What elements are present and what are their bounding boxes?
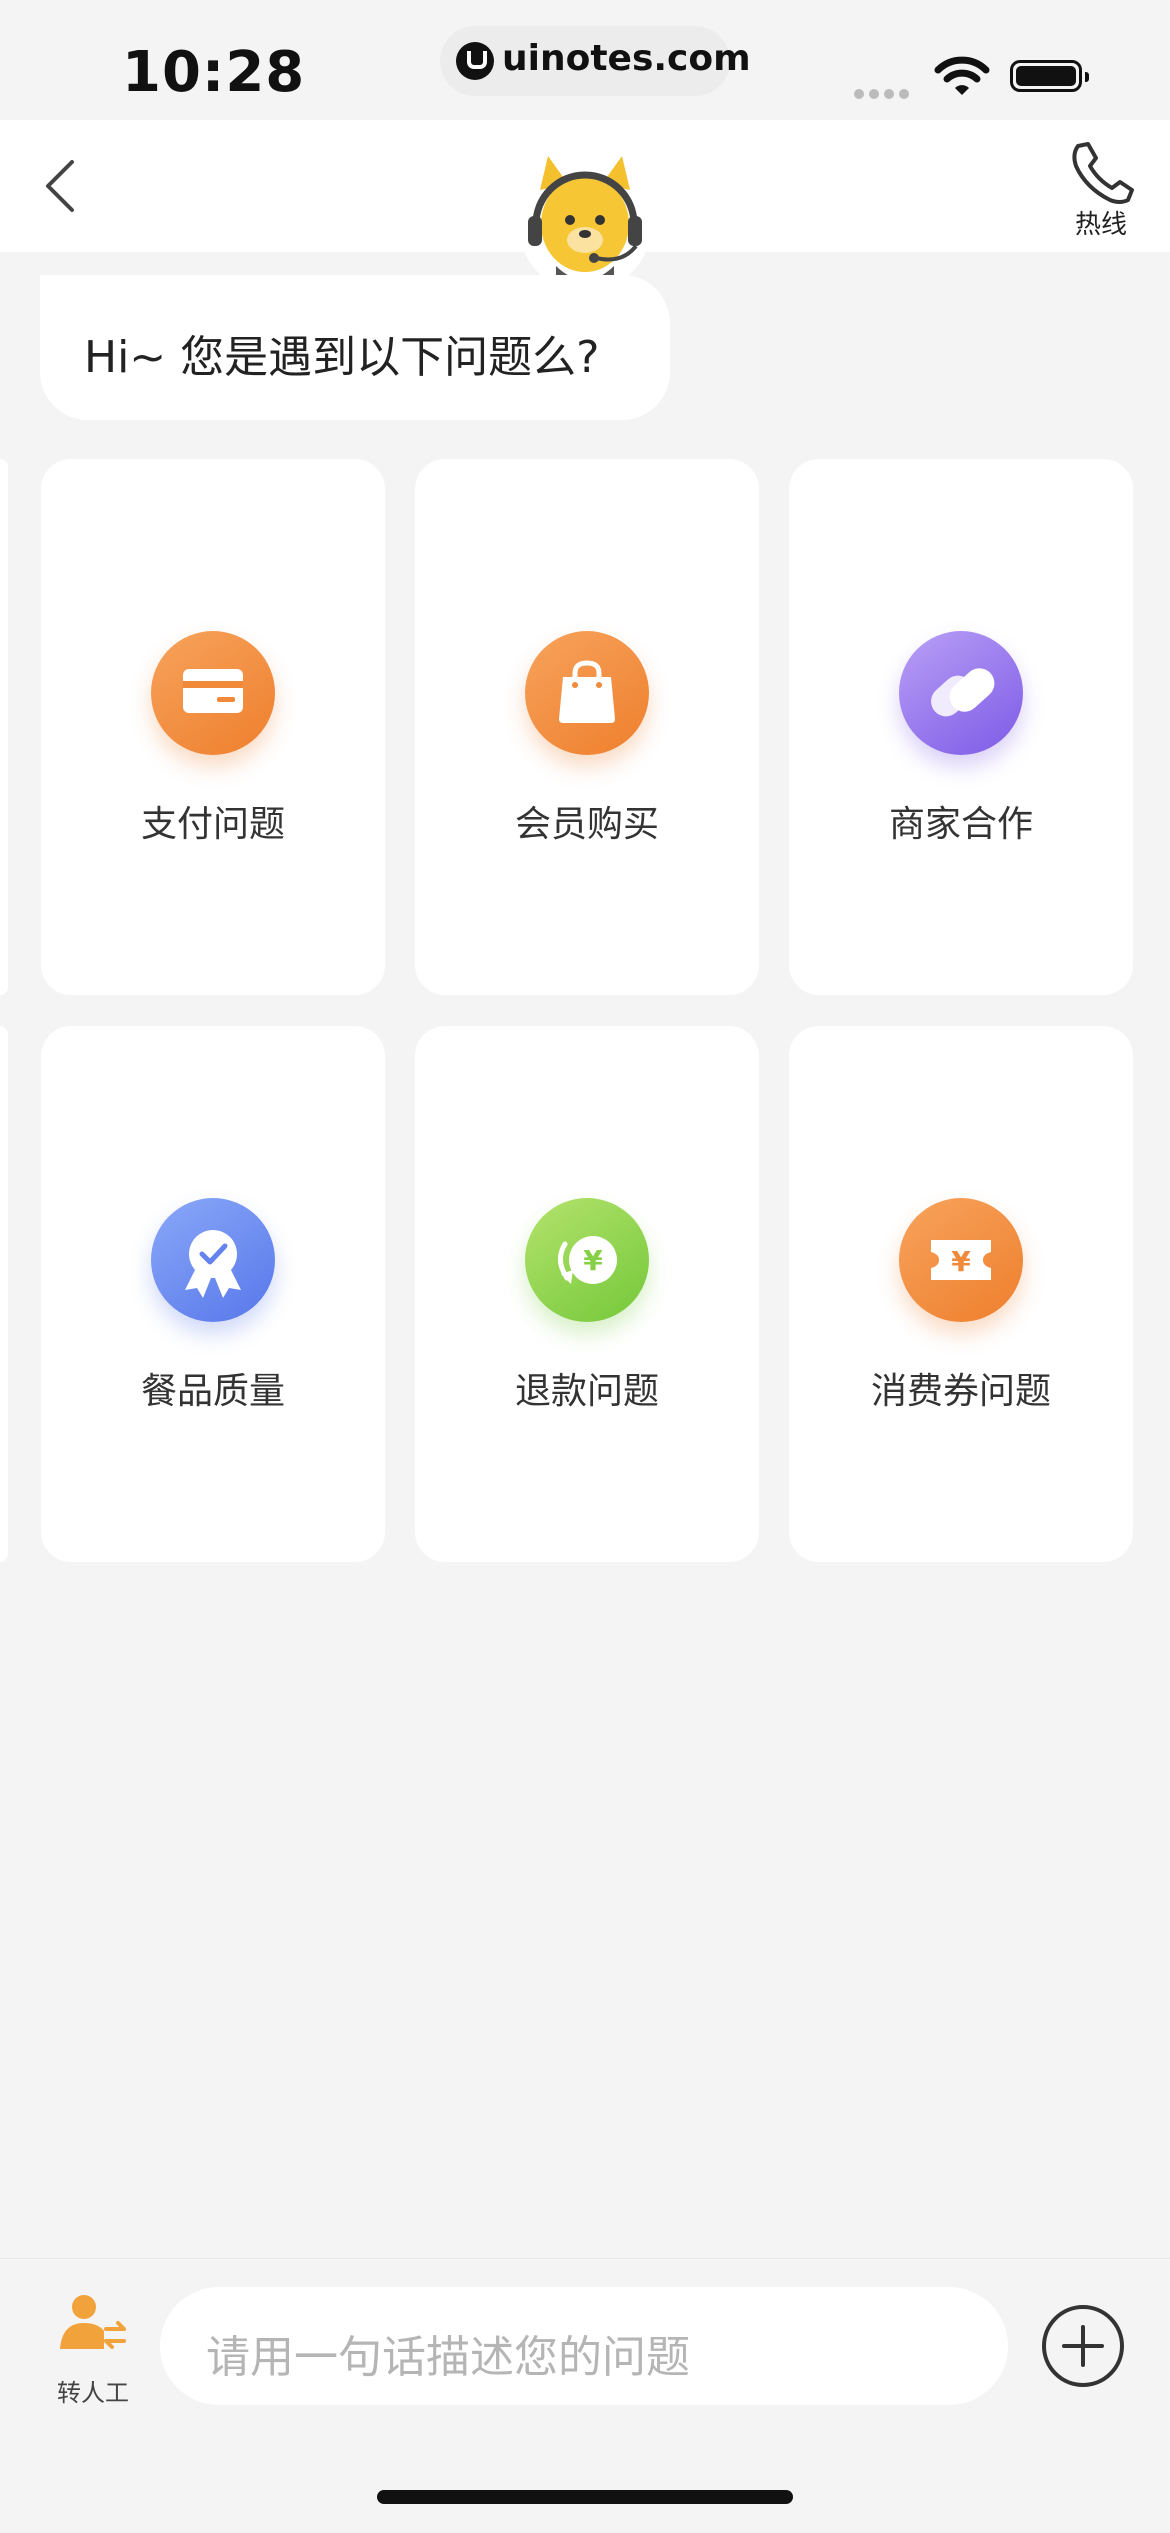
question-input[interactable]: 请用一句话描述您的问题	[160, 2287, 1008, 2405]
card-refund-issue[interactable]: ¥ 退款问题	[415, 1026, 759, 1562]
card-merchant-cooperation[interactable]: 商家合作	[789, 459, 1133, 995]
status-time: 10:28	[122, 40, 306, 105]
heart-icon	[899, 631, 1023, 755]
svg-text:¥: ¥	[951, 1245, 971, 1278]
card-label: 餐品质量	[140, 1371, 285, 1412]
greeting-text: Hi~ 您是遇到以下问题么?	[84, 332, 600, 383]
hotline-label[interactable]: 热线	[1056, 204, 1146, 241]
wifi-icon	[934, 56, 990, 95]
site-logo-icon	[456, 42, 494, 80]
card-label: 支付问题	[140, 804, 285, 845]
card-label: 商家合作	[888, 804, 1033, 845]
url-pill[interactable]: uinotes.com	[440, 26, 751, 96]
card-coupon-issue[interactable]: ¥ 消费券问题	[789, 1026, 1133, 1562]
card-edge-left	[0, 1026, 8, 1562]
plus-button[interactable]	[1040, 2303, 1126, 2389]
card-payment-icon	[151, 631, 275, 755]
back-button[interactable]	[36, 156, 96, 216]
shopping-bag-icon	[525, 631, 649, 755]
svg-text:¥: ¥	[583, 1244, 603, 1277]
phone-icon[interactable]	[1062, 136, 1142, 206]
status-bar: 10:28 uinotes.com	[0, 0, 1170, 120]
card-payment-issue[interactable]: 支付问题	[41, 459, 385, 995]
coupon-icon: ¥	[899, 1198, 1023, 1322]
input-placeholder: 请用一句话描述您的问题	[206, 2332, 690, 2383]
card-edge-left	[0, 459, 8, 995]
greeting-bubble: Hi~ 您是遇到以下问题么?	[40, 275, 670, 420]
battery-icon	[1010, 60, 1089, 92]
signal-icon	[854, 84, 914, 103]
url-text: uinotes.com	[502, 38, 751, 79]
home-indicator[interactable]	[377, 2490, 793, 2504]
refund-icon: ¥	[525, 1198, 649, 1322]
card-label: 消费券问题	[870, 1371, 1051, 1412]
card-label: 退款问题	[514, 1371, 659, 1412]
card-membership-purchase[interactable]: 会员购买	[415, 459, 759, 995]
card-food-quality[interactable]: 餐品质量	[41, 1026, 385, 1562]
quality-badge-icon	[151, 1198, 275, 1322]
transfer-human-label[interactable]: 转人工	[46, 2373, 140, 2408]
transfer-human-icon[interactable]	[58, 2293, 128, 2353]
card-label: 会员购买	[514, 804, 659, 845]
